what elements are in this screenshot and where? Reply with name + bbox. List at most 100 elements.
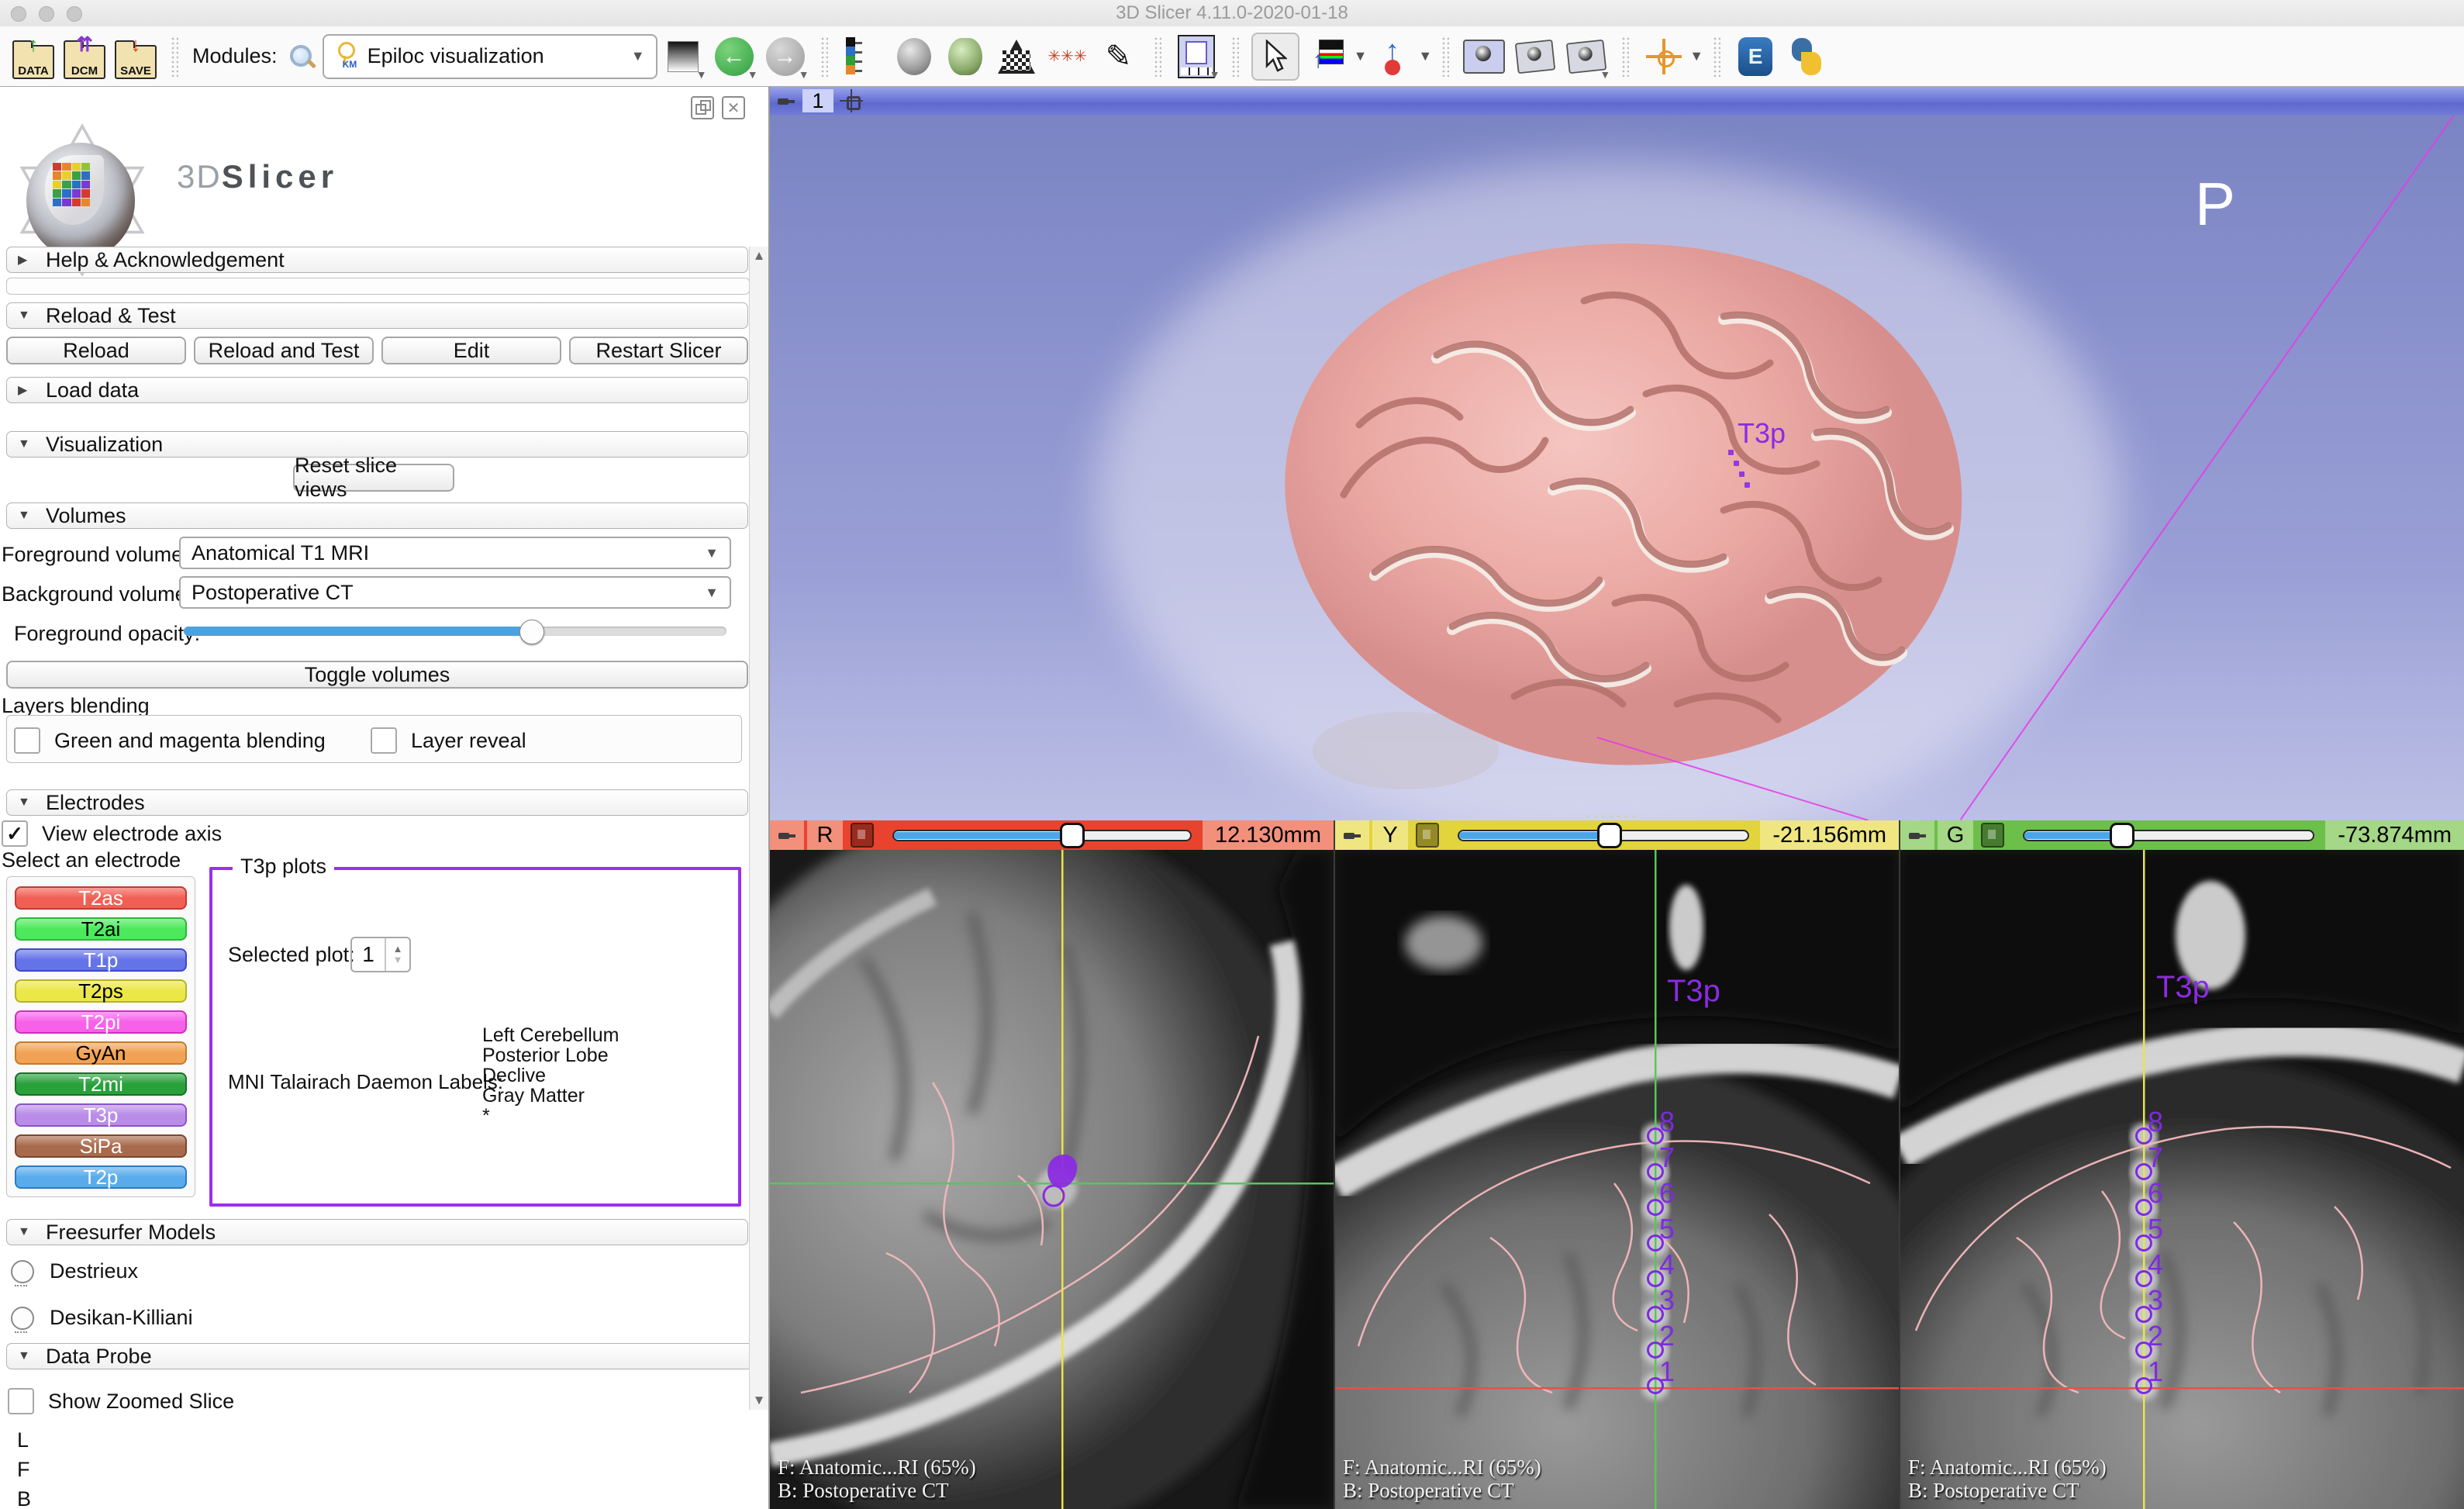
chevron-down-icon[interactable]: ▼ — [1354, 48, 1368, 64]
slice-slider-handle[interactable] — [2110, 823, 2134, 848]
foreground-volume-selector[interactable]: Anatomical T1 MRI ▼ — [179, 537, 731, 569]
splitter-handle-icon[interactable] — [1584, 814, 1638, 819]
window-level-button[interactable]: ↑ — [1306, 34, 1351, 79]
scene-view-restore-button[interactable]: ▼ — [1564, 34, 1609, 79]
subject-hierarchy-button[interactable] — [840, 34, 885, 79]
module-forward-button[interactable]: → ▼ — [763, 34, 808, 79]
chevron-down-icon[interactable]: ▼ — [1689, 48, 1703, 64]
python-console-button[interactable] — [1784, 34, 1829, 79]
annotations-button[interactable]: ✎ — [1096, 34, 1141, 79]
module-history-button[interactable]: ▼ — [661, 34, 706, 79]
electrode-button-T3p[interactable]: T3p — [15, 1103, 187, 1127]
save-button[interactable]: ↓ SAVE — [113, 34, 158, 79]
pin-icon[interactable] — [777, 825, 797, 845]
slice-slider-handle[interactable] — [1597, 823, 1622, 848]
scroll-up-icon[interactable]: ▲ — [750, 248, 768, 264]
restart-slicer-button[interactable]: Restart Slicer — [569, 337, 748, 364]
section-freesurfer-models[interactable]: ▼ Freesurfer Models — [6, 1219, 748, 1245]
spin-up-icon[interactable]: ▲ — [393, 944, 403, 955]
electrode-button-T2ps[interactable]: T2ps — [15, 979, 187, 1003]
foreground-opacity-handle[interactable] — [519, 620, 544, 644]
models-module-button[interactable] — [892, 34, 937, 79]
pin-icon[interactable] — [1342, 825, 1362, 845]
expanded-arrow-icon: ▼ — [18, 309, 33, 323]
show-zoomed-slice-checkbox[interactable]: Show Zoomed Slice — [8, 1388, 234, 1414]
toolbar-separator — [1713, 36, 1720, 77]
close-panel-icon[interactable]: ✕ — [722, 96, 745, 119]
mouse-interaction-button[interactable] — [1251, 33, 1299, 81]
slice-view-yellow[interactable]: Y -21.156mm — [1335, 820, 1899, 1509]
markups-module-button[interactable]: ✳✳✳ — [1045, 34, 1090, 79]
scroll-down-icon[interactable]: ▼ — [750, 1393, 768, 1408]
toggle-volumes-button[interactable]: Toggle volumes — [6, 661, 748, 689]
scene-view-capture-button[interactable] — [1513, 34, 1558, 79]
electrode-button-SiPa[interactable]: SiPa — [15, 1134, 187, 1158]
slice-visibility-icon[interactable] — [851, 823, 874, 848]
module-selector[interactable]: KM Epiloc visualization ▼ — [323, 34, 657, 79]
green-slice-viewport[interactable]: T3p 87654321 F: Anatomic...RI (65%) B: P… — [1900, 850, 2464, 1509]
window-title: 3D Slicer 4.11.0-2020-01-18 — [0, 2, 2464, 24]
layer-reveal-checkbox[interactable]: Layer reveal — [371, 727, 526, 754]
slice-offset-slider[interactable] — [1458, 820, 1749, 850]
panel-scrollbar[interactable]: ▲ ▼ — [749, 247, 768, 1410]
crosshair-button[interactable] — [1641, 34, 1686, 79]
screenshot-button[interactable] — [1461, 34, 1506, 79]
pin-icon[interactable] — [1907, 825, 1927, 845]
red-slice-viewport[interactable]: F: Anatomic...RI (65%) B: Postoperative … — [770, 850, 1334, 1509]
section-reload-test[interactable]: ▼ Reload & Test — [6, 302, 748, 329]
module-back-button[interactable]: ← ▼ — [712, 34, 757, 79]
3d-view[interactable]: 1 — [770, 87, 2464, 820]
view-electrode-axis-checkbox[interactable]: ✓ View electrode axis — [2, 820, 222, 847]
slice-slider-handle[interactable] — [1060, 823, 1085, 848]
slice-views-row: R 12.130mm — [770, 820, 2464, 1509]
module-search-icon[interactable] — [288, 43, 315, 70]
pin-icon[interactable] — [776, 91, 796, 111]
chevron-down-icon[interactable]: ▼ — [1418, 48, 1432, 64]
foreground-volume-label: Foreground volume: — [2, 543, 189, 567]
dicom-button[interactable]: ⇈ DCM — [62, 34, 107, 79]
crop-volume-button[interactable] — [994, 34, 1039, 79]
reload-and-test-button[interactable]: Reload and Test — [194, 337, 374, 364]
section-load-data[interactable]: ▶ Load data — [6, 377, 748, 403]
section-data-probe[interactable]: ▼ Data Probe — [6, 1343, 761, 1369]
collapsed-arrow-icon: ▶ — [18, 252, 33, 268]
yellow-slice-viewport[interactable]: T3p 87654321 F: Anatomic...RI (65%) B: P… — [1335, 850, 1899, 1509]
visibility-eye-icon[interactable] — [11, 1260, 34, 1283]
freesurfer-model-desikan[interactable]: Desikan-Killiani — [11, 1306, 193, 1330]
collapsed-arrow-icon: ▶ — [18, 382, 33, 398]
slice-offset-slider[interactable] — [2023, 820, 2314, 850]
electrode-button-T2as[interactable]: T2as — [15, 886, 187, 910]
freesurfer-model-destrieux[interactable]: Destrieux — [11, 1259, 138, 1283]
section-help-acknowledgement[interactable]: ▶ Help & Acknowledgement — [6, 247, 748, 273]
extensions-manager-button[interactable]: E — [1733, 34, 1778, 79]
slice-visibility-icon[interactable] — [1981, 823, 2004, 848]
selected-plot-spinbox[interactable]: 1 ▲ ▼ — [350, 937, 411, 972]
edit-button[interactable]: Edit — [381, 337, 561, 364]
slice-view-red[interactable]: R 12.130mm — [770, 820, 1334, 1509]
view-crosshair-icon[interactable] — [840, 89, 863, 112]
slice-view-green[interactable]: G -73.874mm — [1900, 820, 2464, 1509]
volume-rendering-button[interactable] — [943, 34, 988, 79]
section-electrodes[interactable]: ▼ Electrodes — [6, 789, 748, 816]
electrode-button-GyAn[interactable]: GyAn — [15, 1041, 187, 1065]
green-magenta-checkbox[interactable]: Green and magenta blending — [14, 727, 326, 754]
electrode-button-T2mi[interactable]: T2mi — [15, 1072, 187, 1096]
section-volumes[interactable]: ▼ Volumes — [6, 502, 748, 529]
layout-selector-button[interactable]: ▼ — [1174, 34, 1219, 79]
visibility-eye-icon[interactable] — [11, 1307, 34, 1330]
reload-button[interactable]: Reload — [6, 337, 186, 364]
slice-visibility-icon[interactable] — [1416, 823, 1439, 848]
electrode-button-T2p[interactable]: T2p — [15, 1165, 187, 1189]
foreground-opacity-slider[interactable] — [184, 619, 726, 642]
electrode-button-T2pi[interactable]: T2pi — [15, 1010, 187, 1034]
3d-viewport[interactable]: T3p P — [770, 115, 2464, 820]
undock-panel-icon[interactable] — [691, 96, 714, 119]
background-volume-selector[interactable]: Postoperative CT ▼ — [179, 576, 731, 609]
slice-offset-slider[interactable] — [892, 820, 1192, 850]
spin-down-icon[interactable]: ▼ — [393, 955, 403, 965]
electrode-button-T2ai[interactable]: T2ai — [15, 917, 187, 941]
place-fiducial-button[interactable]: ↑ — [1370, 34, 1415, 79]
electrode-button-T1p[interactable]: T1p — [15, 948, 187, 972]
load-data-button[interactable]: ↑ DATA — [11, 34, 56, 79]
reset-slice-views-button[interactable]: Reset slice views — [293, 464, 454, 492]
